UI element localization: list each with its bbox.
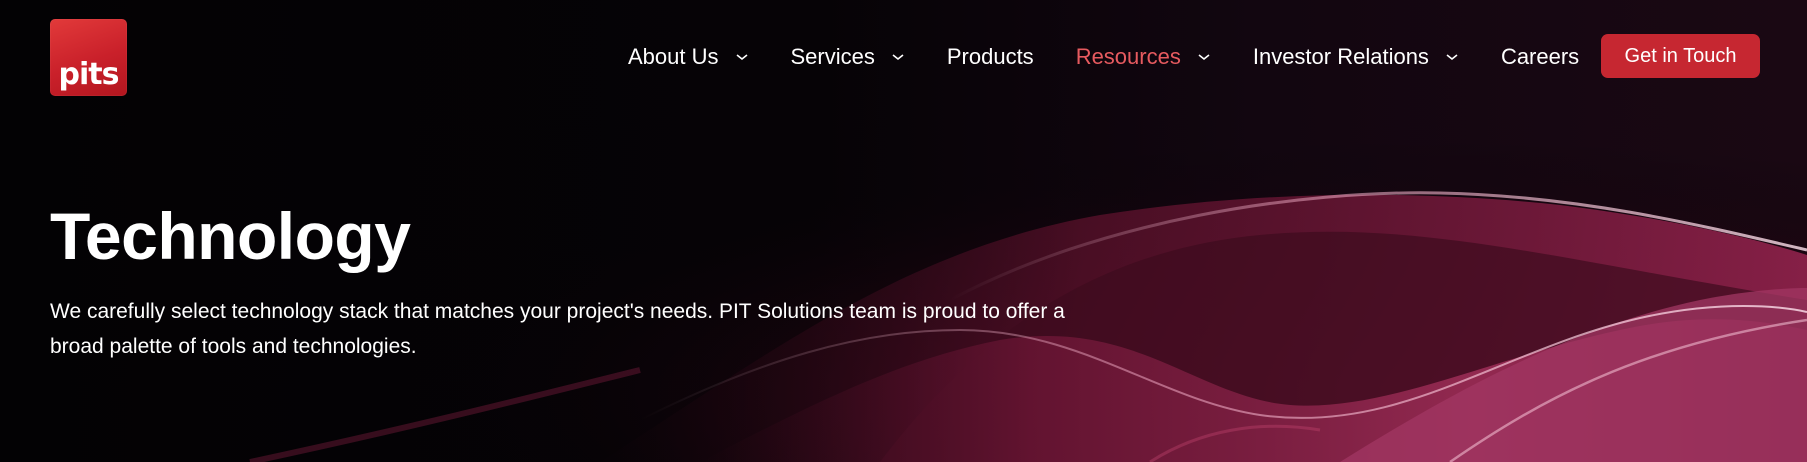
nav-item-label: Careers: [1500, 44, 1580, 69]
nav-item-label: Resources: [1075, 44, 1181, 69]
nav-item-label: Investor Relations: [1252, 44, 1429, 69]
nav-item-services[interactable]: Services: [791, 44, 905, 70]
nav-item-about-us[interactable]: About Us: [628, 44, 749, 70]
site-header: pits About Us Services Products Resource…: [0, 0, 1807, 115]
page-title: Technology: [50, 199, 411, 273]
nav-item-products[interactable]: Products: [947, 44, 1034, 70]
chevron-down-icon: [892, 54, 904, 61]
chevron-down-icon: [1198, 54, 1210, 61]
get-in-touch-button[interactable]: Get in Touch: [1601, 34, 1760, 78]
chevron-down-icon: [736, 54, 747, 61]
chevron-down-icon: [1446, 54, 1458, 61]
nav-item-label: Products: [946, 44, 1034, 69]
logo-text: pits: [58, 57, 120, 92]
nav-item-resources[interactable]: Resources: [1076, 44, 1211, 70]
hero-description-line-1: We carefully select technology stack tha…: [50, 300, 1065, 323]
hero-section: Technology We carefully select technolog…: [50, 196, 1150, 364]
page: pits About Us Services Products Resource…: [0, 0, 1807, 462]
nav-item-label: Services: [790, 44, 875, 69]
nav-item-careers[interactable]: Careers: [1501, 44, 1579, 70]
pits-logo[interactable]: pits: [50, 19, 127, 96]
nav-item-investor-relations[interactable]: Investor Relations: [1253, 44, 1459, 70]
main-navigation: About Us Services Products Resources Inv…: [628, 40, 1579, 74]
hero-description-line-2: broad palette of tools and technologies.: [50, 335, 417, 358]
nav-item-label: About Us: [628, 44, 719, 69]
hero-description: We carefully select technology stack tha…: [50, 294, 1150, 364]
